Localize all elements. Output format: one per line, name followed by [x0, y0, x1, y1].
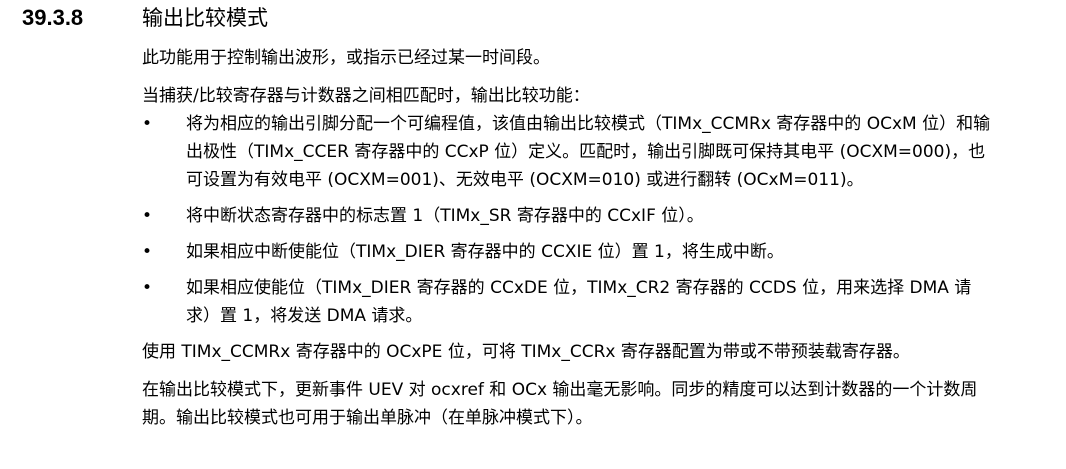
match-paragraph: 当捕获/比较寄存器与计数器之间相匹配时，输出比较功能：: [142, 86, 590, 106]
output-compare-actions-list: • 将为相应的输出引脚分配一个可编程值，该值由输出比较模式（TIMx_CCMRx…: [142, 110, 992, 330]
bullet-icon: •: [142, 206, 153, 226]
section-body: 此功能用于控制输出波形，或指示已经过某一时间段。 当捕获/比较寄存器与计数器之间…: [142, 44, 992, 432]
bullet-icon: •: [142, 278, 153, 298]
update-event-paragraph: 在输出比较模式下，更新事件 UEV 对 ocxref 和 OCx 输出毫无影响。…: [142, 380, 978, 428]
list-item: • 如果相应使能位（TIMx_DIER 寄存器的 CCxDE 位，TIMx_CR…: [142, 274, 992, 330]
section-number: 39.3.8: [22, 5, 84, 30]
bullet-icon: •: [142, 242, 153, 262]
list-item: • 将中断状态寄存器中的标志置 1（TIMx_SR 寄存器中的 CCxIF 位）…: [142, 202, 992, 230]
list-item-text: 如果相应中断使能位（TIMx_DIER 寄存器中的 CCXIE 位）置 1，将生…: [186, 242, 784, 262]
intro-paragraph: 此功能用于控制输出波形，或指示已经过某一时间段。: [142, 48, 550, 68]
list-item-text: 如果相应使能位（TIMx_DIER 寄存器的 CCxDE 位，TIMx_CR2 …: [186, 278, 972, 326]
preload-paragraph: 使用 TIMx_CCMRx 寄存器中的 OCxPE 位，可将 TIMx_CCRx…: [142, 342, 910, 362]
list-item-text: 将为相应的输出引脚分配一个可编程值，该值由输出比较模式（TIMx_CCMRx 寄…: [186, 114, 991, 190]
bullet-icon: •: [142, 114, 153, 134]
list-item: • 如果相应中断使能位（TIMx_DIER 寄存器中的 CCXIE 位）置 1，…: [142, 238, 992, 266]
list-item: • 将为相应的输出引脚分配一个可编程值，该值由输出比较模式（TIMx_CCMRx…: [142, 110, 992, 194]
section-title: 输出比较模式: [142, 6, 268, 30]
list-item-text: 将中断状态寄存器中的标志置 1（TIMx_SR 寄存器中的 CCxIF 位）。: [186, 206, 704, 226]
